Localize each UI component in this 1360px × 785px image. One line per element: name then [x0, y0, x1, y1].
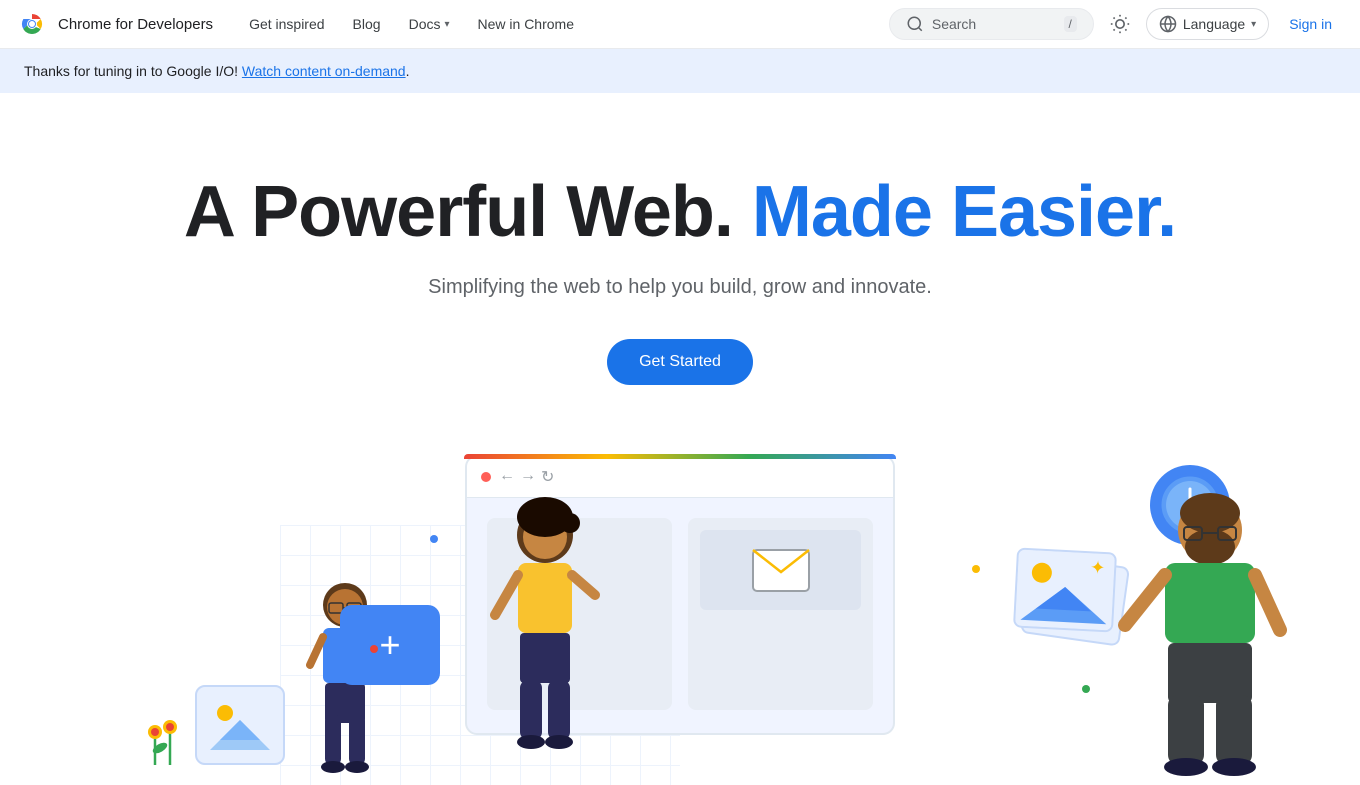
logo-text: Chrome for Developers	[58, 16, 213, 33]
browser-refresh-icon: ↻	[541, 467, 554, 487]
search-icon	[906, 15, 924, 33]
browser-nav-buttons: ← → ↻	[499, 467, 554, 487]
logo-link[interactable]: Chrome for Developers	[16, 8, 213, 40]
photo-stack-image-icon: ✦	[1015, 550, 1115, 631]
header-right-section: Search / Language	[889, 6, 1344, 42]
browser-panel-inner	[700, 530, 861, 610]
browser-back-icon: ←	[499, 467, 515, 487]
sign-in-button[interactable]: Sign in	[1277, 8, 1344, 40]
plus-icon: +	[379, 624, 400, 666]
language-label: Language	[1183, 16, 1245, 32]
photo-stack-middle: ✦	[1013, 548, 1117, 633]
man-character-icon	[1110, 475, 1310, 785]
theme-toggle-button[interactable]	[1102, 6, 1138, 42]
browser-panel-right	[688, 518, 873, 710]
site-header: Chrome for Developers Get inspired Blog …	[0, 0, 1360, 49]
hero-subtitle: Simplifying the web to help you build, g…	[24, 276, 1336, 299]
hero-title: A Powerful Web. Made Easier.	[24, 173, 1336, 252]
browser-close-dot	[481, 472, 491, 482]
flower-decoration	[140, 710, 190, 775]
announcement-banner: Thanks for tuning in to Google I/O! Watc…	[0, 49, 1360, 93]
sun-icon	[1110, 14, 1130, 34]
dot-green	[1082, 685, 1090, 693]
woman-character-icon	[490, 485, 600, 785]
nav-item-blog[interactable]: Blog	[341, 8, 393, 40]
hero-section: A Powerful Web. Made Easier. Simplifying…	[0, 93, 1360, 385]
globe-icon	[1159, 15, 1177, 33]
chrome-logo-icon	[16, 8, 48, 40]
nav-item-new-in-chrome[interactable]: New in Chrome	[466, 8, 586, 40]
hero-title-part2: Made Easier.	[752, 172, 1176, 252]
svg-text:✦: ✦	[1090, 557, 1106, 578]
hero-title-part1: A Powerful Web.	[184, 172, 752, 252]
hero-illustration: ← → ↻	[0, 445, 1360, 785]
browser-forward-icon: →	[520, 467, 536, 487]
character-woman	[490, 485, 600, 785]
nav-item-get-inspired[interactable]: Get inspired	[237, 8, 336, 40]
get-started-button[interactable]: Get Started	[607, 339, 753, 385]
docs-dropdown-chevron-icon: ▾	[444, 19, 449, 30]
envelope-icon	[751, 548, 811, 593]
photo-card-left	[195, 685, 285, 765]
search-label: Search	[932, 16, 1056, 32]
browser-tab-color-line	[464, 454, 896, 459]
nav-item-docs[interactable]: Docs ▾	[397, 8, 462, 40]
character-man	[1110, 475, 1310, 785]
language-button[interactable]: Language ▾	[1146, 8, 1269, 40]
dot-yellow	[972, 565, 980, 573]
banner-text-suffix: .	[406, 63, 410, 79]
main-nav: Get inspired Blog Docs ▾ New in Chrome	[237, 8, 889, 40]
banner-text-prefix: Thanks for tuning in to Google I/O!	[24, 63, 242, 79]
photo-icon	[205, 695, 275, 755]
plus-card-element: +	[340, 605, 440, 685]
search-shortcut-badge: /	[1064, 16, 1077, 32]
language-chevron-icon: ▾	[1251, 19, 1256, 30]
flower-icon	[140, 710, 190, 770]
banner-link[interactable]: Watch content on-demand	[242, 63, 406, 79]
search-bar[interactable]: Search /	[889, 8, 1094, 40]
